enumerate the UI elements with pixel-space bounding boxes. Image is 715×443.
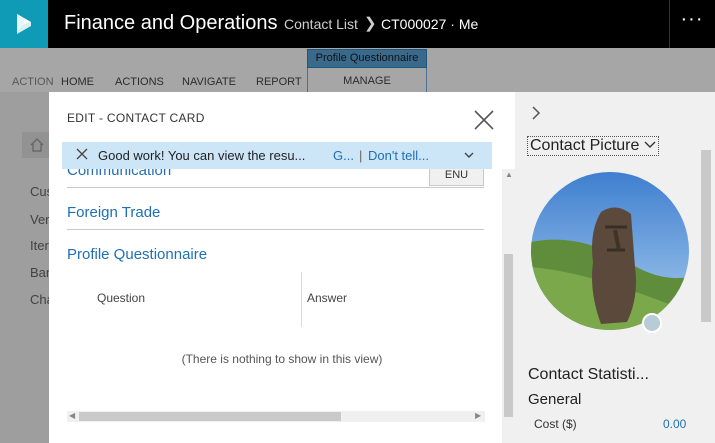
- column-divider: [301, 272, 302, 327]
- horizontal-scroll-thumb[interactable]: [79, 412, 341, 421]
- general-heading: General: [528, 391, 582, 408]
- factbox-pane: Contact Picture Contact Statisti... Gene…: [515, 92, 715, 443]
- close-icon[interactable]: [470, 106, 498, 134]
- breadcrumb-current-record[interactable]: CT000027 · Me: [381, 16, 478, 32]
- more-options-button[interactable]: ···: [672, 8, 712, 38]
- grid-empty-message: (There is nothing to show in this view): [181, 352, 383, 366]
- section-profile-questionnaire[interactable]: Profile Questionnaire: [67, 246, 207, 263]
- section-divider: [67, 187, 484, 188]
- scroll-left-icon[interactable]: ◀: [69, 412, 75, 420]
- column-header-question[interactable]: Question: [97, 291, 145, 305]
- factbox-scrollbar[interactable]: [701, 150, 711, 322]
- language-field[interactable]: ENU: [429, 169, 484, 186]
- vertical-scroll-thumb[interactable]: [504, 254, 513, 417]
- dynamics-logo-icon: [17, 14, 31, 34]
- moai-photo-image: [531, 172, 689, 330]
- section-foreign-trade[interactable]: Foreign Trade: [67, 204, 160, 221]
- cost-label: Cost ($): [534, 417, 577, 431]
- dynamics-logo[interactable]: [0, 0, 48, 48]
- top-bar: Finance and Operations Contact List ❯ CT…: [0, 0, 715, 48]
- vertical-scrollbar[interactable]: ▲: [502, 169, 515, 443]
- breadcrumb-chevron-icon: ❯: [364, 15, 377, 32]
- message-bar: Good work! You can view the resu... G...…: [62, 142, 492, 169]
- section-divider: [67, 229, 484, 230]
- message-text: Good work! You can view the resu...: [98, 148, 306, 163]
- column-header-answer[interactable]: Answer: [307, 291, 347, 305]
- message-link-dont-tell[interactable]: Don't tell...: [368, 148, 429, 163]
- breadcrumb-contact-list[interactable]: Contact List: [284, 16, 358, 32]
- topbar-divider: [669, 0, 670, 48]
- section-communication[interactable]: Communication: [67, 169, 171, 179]
- scroll-right-icon[interactable]: ▶: [475, 412, 481, 420]
- message-link-go[interactable]: G...: [333, 148, 354, 163]
- message-separator: |: [359, 148, 363, 163]
- contact-photo[interactable]: [531, 172, 689, 330]
- collapse-chevron-icon[interactable]: [531, 106, 541, 125]
- dialog-title: EDIT - CONTACT CARD: [67, 111, 205, 125]
- dialog-content: Communication ENU Foreign Trade Profile …: [49, 169, 515, 443]
- chevron-down-icon: [644, 141, 656, 148]
- cost-value[interactable]: 0.00: [663, 417, 686, 431]
- contact-picture-header[interactable]: Contact Picture: [527, 136, 659, 156]
- app-title[interactable]: Finance and Operations: [64, 12, 277, 35]
- presence-status-icon: [642, 313, 662, 333]
- contact-picture-title: Contact Picture: [530, 137, 640, 154]
- edit-contact-card-dialog: EDIT - CONTACT CARD Good work! You can v…: [49, 92, 515, 443]
- scroll-up-icon[interactable]: ▲: [505, 171, 513, 179]
- dismiss-message-icon[interactable]: [75, 147, 89, 166]
- contact-statistics-title[interactable]: Contact Statisti...: [528, 366, 649, 384]
- horizontal-scrollbar[interactable]: ◀ ▶: [67, 411, 485, 422]
- chevron-down-icon[interactable]: [463, 148, 475, 166]
